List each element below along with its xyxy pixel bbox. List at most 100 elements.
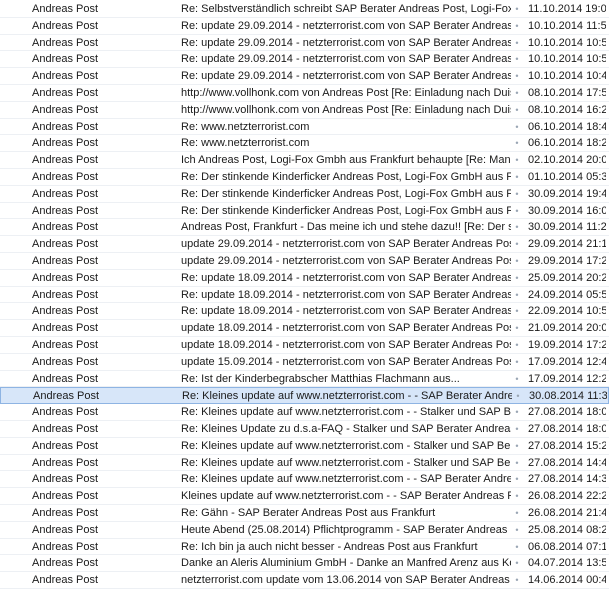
message-date: 08.10.2014 17:52	[528, 87, 606, 99]
message-row[interactable]: Andreas Post Re: Ist der Kinderbegrabsche…	[0, 371, 609, 388]
sender-name: Andreas Post	[32, 53, 99, 66]
sender-name: Andreas Post	[32, 103, 99, 116]
message-row[interactable]: Andreas Post Re: Kleines update auf www.n…	[0, 471, 609, 489]
message-row[interactable]: Andreas Post Re: update 18.09.2014 - netz…	[0, 303, 609, 321]
message-row[interactable]: Andreas Post Re: update 29.09.2014 - netz…	[0, 51, 609, 69]
bullet-dot-icon: •	[516, 391, 520, 402]
message-row[interactable]: Andreas Post Re: Gähn - SAP Berater Andre…	[0, 505, 609, 522]
message-date: 21.09.2014 20:01	[528, 322, 606, 335]
sender-name: Andreas Post	[32, 305, 99, 318]
message-subject: update 18.09.2014 - netzterrorist.com vo…	[181, 339, 511, 351]
message-subject: http://www.vollhonk.com von Andreas Post…	[181, 103, 511, 116]
bullet-dot-icon: •	[515, 407, 519, 418]
bullet-dot-icon: •	[515, 222, 519, 233]
message-date: 29.09.2014 17:22	[528, 255, 606, 267]
message-row[interactable]: Andreas Post Re: update 18.09.2014 - netz…	[0, 287, 609, 304]
sender-name: Andreas Post	[32, 322, 99, 335]
message-subject: http://www.vollhonk.com von Andreas Post…	[181, 87, 511, 99]
message-row[interactable]: Andreas Post Re: Ich bin ja auch nicht be…	[0, 539, 609, 556]
message-date: 02.10.2014 20:01	[528, 154, 606, 167]
message-date: 17.09.2014 12:25	[528, 372, 606, 385]
message-row[interactable]: Andreas Post Re: www.netzterrorist.com • 06…	[0, 119, 609, 136]
message-row[interactable]: Andreas Post update 15.09.2014 - netzterr…	[0, 354, 609, 371]
sender-name: Andreas Post	[32, 288, 99, 301]
message-row[interactable]: Andreas Post Re: Der stinkende Kinderfick…	[0, 186, 609, 203]
message-row[interactable]: Andreas Post Re: Der stinkende Kinderfick…	[0, 169, 609, 186]
message-subject: Re: Der stinkende Kinderficker Andreas P…	[181, 204, 511, 217]
message-subject: Re: update 18.09.2014 - netzterrorist.co…	[181, 271, 511, 284]
sender-name: Andreas Post	[32, 204, 99, 217]
message-row[interactable]: Andreas Post Re: update 18.09.2014 - netz…	[0, 270, 609, 287]
message-row[interactable]: Andreas Post update 29.09.2014 - netzterr…	[0, 253, 609, 270]
message-date: 27.08.2014 18:06	[528, 423, 606, 435]
bullet-dot-icon: •	[515, 558, 519, 569]
message-date: 27.08.2014 14:36	[528, 473, 606, 486]
message-subject: Re: Der stinkende Kinderficker Andreas P…	[181, 187, 511, 200]
message-row[interactable]: Andreas Post Re: Selbstverständlich schre…	[0, 1, 609, 18]
message-row[interactable]: Andreas Post Re: Kleines update auf www.n…	[0, 438, 609, 455]
message-row[interactable]: Andreas Post Re: update 29.09.2014 - netz…	[0, 35, 609, 52]
bullet-dot-icon: •	[515, 424, 519, 434]
message-row[interactable]: Andreas Post Re: Kleines update auf www.n…	[0, 455, 609, 472]
message-row[interactable]: Andreas Post Andreas Post, Frankfurt - Da…	[0, 219, 609, 237]
message-date: 14.06.2014 00:41	[528, 574, 606, 587]
message-row[interactable]: Andreas Post Re: www.netzterrorist.com • 06…	[0, 135, 609, 153]
message-subject: update 29.09.2014 - netzterrorist.com vo…	[181, 238, 511, 251]
message-date: 27.08.2014 15:24	[528, 439, 606, 452]
message-row[interactable]: Andreas Post http://www.vollhonk.com von …	[0, 85, 609, 102]
message-date: 06.10.2014 18:23	[528, 137, 606, 150]
sender-name: Andreas Post	[32, 339, 99, 351]
message-row[interactable]: Andreas Post update 18.09.2014 - netzterr…	[0, 337, 609, 354]
sender-name: Andreas Post	[32, 473, 99, 486]
message-row[interactable]: Andreas Post Heute Abend (25.08.2014) Pfl…	[0, 522, 609, 539]
message-date: 30.08.2014 11:34	[529, 390, 607, 403]
message-row[interactable]: Andreas Post Re: Der stinkende Kinderfick…	[0, 203, 609, 220]
message-row[interactable]: Andreas Post Ich Andreas Post, Logi-Fox G…	[0, 152, 609, 169]
sender-name: Andreas Post	[32, 540, 99, 553]
message-date: 30.09.2014 11:21	[528, 221, 606, 234]
sender-name: Andreas Post	[32, 19, 99, 32]
message-subject: Re: Kleines update auf www.netzterrorist…	[181, 473, 511, 486]
message-date: 04.07.2014 13:59	[528, 557, 606, 570]
message-date: 10.10.2014 10:57	[528, 36, 606, 49]
sender-name: Andreas Post	[32, 557, 99, 570]
bullet-dot-icon: •	[515, 88, 519, 98]
message-date: 10.10.2014 11:50	[528, 19, 606, 32]
bullet-dot-icon: •	[515, 323, 519, 334]
message-subject: Re: update 18.09.2014 - netzterrorist.co…	[181, 288, 511, 301]
bullet-dot-icon: •	[515, 491, 519, 502]
message-subject: Re: Ist der Kinderbegrabscher Matthias F…	[181, 372, 460, 385]
message-row[interactable]: Andreas Post Danke an Aleris Aluminium Gm…	[0, 555, 609, 573]
message-row[interactable]: Andreas Post update 18.09.2014 - netzterr…	[0, 320, 609, 337]
bullet-dot-icon: •	[515, 256, 519, 266]
message-row[interactable]: Andreas Post Re: Kleines update auf www.n…	[0, 404, 609, 421]
message-date: 25.08.2014 08:26	[528, 523, 606, 536]
sender-name: Andreas Post	[32, 523, 99, 536]
bullet-dot-icon: •	[515, 356, 519, 367]
sender-name: Andreas Post	[32, 87, 99, 99]
message-row[interactable]: Andreas Post http://www.vollhonk.com von …	[0, 102, 609, 119]
sender-name: Andreas Post	[33, 390, 100, 403]
message-row[interactable]: Andreas Post Kleines update auf www.netzt…	[0, 488, 609, 505]
message-row[interactable]: Andreas Post Re: Kleines Update zu d.s.a-…	[0, 421, 609, 438]
message-subject: netzterrorist.com update vom 13.06.2014 …	[181, 574, 511, 587]
sender-name: Andreas Post	[32, 255, 99, 267]
message-row[interactable]: Andreas Post update 29.09.2014 - netzterr…	[0, 236, 609, 253]
sender-name: Andreas Post	[32, 355, 99, 368]
bullet-dot-icon: •	[515, 340, 519, 350]
message-subject: Re: Ich bin ja auch nicht besser - Andre…	[181, 540, 478, 553]
message-row[interactable]: Andreas Post Re: Kleines update auf www.n…	[0, 387, 609, 405]
message-date: 25.09.2014 20:22	[528, 271, 606, 284]
message-row[interactable]: Andreas Post netzterrorist.com update vom…	[0, 572, 609, 589]
bullet-dot-icon: •	[515, 71, 519, 82]
message-subject: Ich Andreas Post, Logi-Fox Gmbh aus Fran…	[181, 154, 511, 167]
message-row[interactable]: Andreas Post Re: update 29.09.2014 - netz…	[0, 18, 609, 35]
message-row[interactable]: Andreas Post Re: update 29.09.2014 - netz…	[0, 68, 609, 85]
message-date: 30.09.2014 16:05	[528, 204, 606, 217]
sender-name: Andreas Post	[32, 221, 99, 234]
message-date: 17.09.2014 12:48	[528, 355, 606, 368]
sender-name: Andreas Post	[32, 456, 99, 469]
message-date: 26.08.2014 22:21	[528, 490, 606, 503]
sender-name: Andreas Post	[32, 3, 99, 15]
bullet-dot-icon: •	[515, 20, 519, 31]
